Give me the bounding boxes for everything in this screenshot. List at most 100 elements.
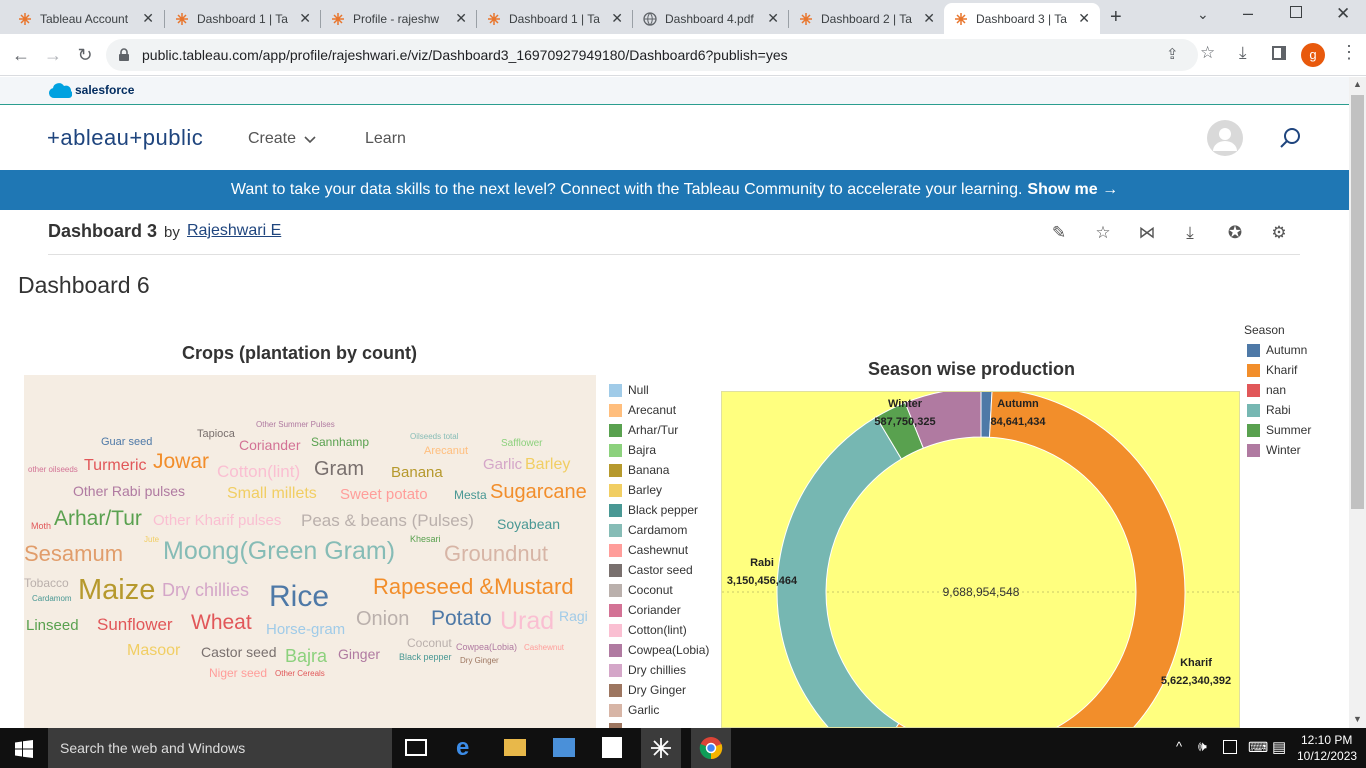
settings-gear-icon[interactable]: ⚙ [1268, 222, 1290, 244]
crop-legend-item[interactable]: Arhar/Tur [609, 423, 678, 437]
edit-viz-icon[interactable]: ✎ [1048, 222, 1070, 244]
crop-legend-item[interactable]: Arecanut [609, 403, 676, 417]
close-tab-icon[interactable]: ✕ [767, 10, 779, 27]
download-icon[interactable]: ⤓ [1239, 43, 1247, 63]
reload-icon[interactable]: ↻ [72, 42, 98, 68]
wordcloud-word[interactable]: Sweet potato [340, 487, 428, 502]
wordcloud-word[interactable]: Ragi [559, 609, 588, 623]
wordcloud-word[interactable]: Turmeric [84, 458, 147, 474]
notifications-icon[interactable]: ▤ [1272, 738, 1286, 756]
wordcloud-word[interactable]: Ginger [338, 647, 380, 661]
scrollbar-thumb[interactable] [1351, 95, 1364, 509]
volume-icon[interactable]: 🕪 [1198, 738, 1207, 755]
clock-date[interactable]: 10/12/2023 [1297, 749, 1357, 763]
wordcloud-word[interactable]: Rapeseed &Mustard [373, 576, 574, 598]
crop-legend-item[interactable]: Dry Ginger [609, 683, 686, 697]
show-hidden-icons[interactable]: ^ [1176, 739, 1182, 754]
wordcloud-word[interactable]: Rice [269, 582, 329, 612]
donut-slice-rabi[interactable] [776, 416, 903, 728]
nav-create[interactable]: Create [248, 130, 296, 148]
crop-legend-item[interactable]: Cashewnut [609, 543, 688, 557]
crop-legend-item[interactable]: Cowpea(Lobia) [609, 643, 709, 657]
crop-wordcloud[interactable]: Other Summer Pulses Tapioca Guar seed Coria… [24, 375, 596, 728]
wordcloud-word[interactable]: Potato [431, 608, 492, 629]
wordcloud-word[interactable]: Jute [144, 536, 159, 544]
task-view-icon[interactable] [405, 739, 427, 756]
tableau-public-logo[interactable]: +ableau+public [47, 125, 203, 151]
show-me-link[interactable]: Show me → [1027, 181, 1118, 199]
forward-icon[interactable]: → [40, 42, 66, 68]
wordcloud-word[interactable]: Urad [500, 609, 554, 634]
crop-legend-item[interactable]: Castor seed [609, 563, 693, 577]
crop-legend-item[interactable]: Garlic [609, 703, 659, 717]
crop-legend-item[interactable]: Coriander [609, 603, 681, 617]
browser-tab-active[interactable]: Dashboard 3 | Ta ✕ [944, 3, 1100, 34]
nav-learn[interactable]: Learn [365, 130, 406, 148]
maximize-icon[interactable] [1290, 6, 1302, 18]
wordcloud-word[interactable]: Moong(Green Gram) [163, 539, 395, 564]
donut-chart-panel[interactable]: 9,688,954,548 Autumn 84,641,434 Kharif 5,622… [721, 391, 1240, 728]
browser-tab[interactable]: Dashboard 1 | Ta ✕ [477, 3, 633, 34]
favorite-star-icon[interactable]: ☆ [1092, 222, 1114, 244]
wordcloud-word[interactable]: Peas & beans (Pulses) [301, 512, 474, 529]
wordcloud-word[interactable]: Oilseeds total [410, 433, 458, 441]
crop-legend-item[interactable]: Banana [609, 463, 669, 477]
keyboard-icon[interactable]: ⌨ [1248, 739, 1268, 756]
season-legend-item[interactable]: Kharif [1247, 363, 1297, 377]
wordcloud-word[interactable]: Sannhamp [311, 436, 369, 448]
wordcloud-word[interactable]: Niger seed [209, 667, 267, 679]
wordcloud-word[interactable]: Barley [525, 457, 570, 473]
wordcloud-word[interactable]: Gram [314, 459, 364, 479]
browser-menu-icon[interactable]: ⋮ [1340, 42, 1358, 63]
wordcloud-word[interactable]: Maize [78, 576, 155, 605]
bookmark-star-icon[interactable]: ☆ [1200, 43, 1215, 63]
side-panel-icon[interactable] [1272, 46, 1286, 60]
download-viz-icon[interactable]: ⤓ [1179, 222, 1201, 244]
wordcloud-word[interactable]: Bajra [285, 647, 327, 665]
season-legend-item[interactable]: Rabi [1247, 403, 1291, 417]
window-close-icon[interactable]: ✕ [1336, 4, 1350, 24]
badge-icon[interactable]: ✪ [1224, 222, 1246, 244]
network-icon[interactable] [1223, 740, 1237, 754]
minimize-icon[interactable]: – [1243, 3, 1253, 24]
wordcloud-word[interactable]: Cardamom [32, 595, 72, 603]
season-donut-chart[interactable]: 9,688,954,548 Autumn 84,641,434 Kharif 5,622… [722, 392, 1240, 728]
wordcloud-word[interactable]: Sesamum [24, 543, 123, 565]
wordcloud-word[interactable]: Banana [391, 465, 443, 480]
tableau-app-icon[interactable] [650, 737, 672, 759]
wordcloud-word[interactable]: Safflower [501, 439, 543, 449]
wordcloud-word[interactable]: Other Summer Pulses [256, 421, 335, 429]
wordcloud-word[interactable]: Horse-gram [266, 622, 345, 637]
wordcloud-word[interactable]: Black pepper [399, 653, 452, 662]
new-tab-icon[interactable]: + [1110, 6, 1122, 29]
browser-tab[interactable]: Dashboard 4.pdf ✕ [633, 3, 789, 34]
browser-tab[interactable]: Dashboard 1 | Ta ✕ [165, 3, 321, 34]
crop-legend-item[interactable]: Bajra [609, 443, 656, 457]
wordcloud-word[interactable]: Soyabean [497, 517, 560, 531]
wordcloud-word[interactable]: Moth [31, 522, 51, 531]
close-tab-icon[interactable]: ✕ [299, 10, 311, 27]
wordcloud-word[interactable]: Castor seed [201, 645, 276, 659]
back-icon[interactable]: ← [8, 42, 34, 68]
windows-start-icon[interactable] [15, 740, 33, 758]
close-tab-icon[interactable]: ✕ [142, 10, 154, 27]
scroll-down-icon[interactable]: ▼ [1353, 714, 1362, 724]
wordcloud-word[interactable]: Khesari [410, 535, 441, 544]
wordcloud-word[interactable]: Arecanut [424, 446, 468, 457]
windows-store-icon[interactable] [602, 737, 622, 758]
wordcloud-word[interactable]: Sunflower [97, 616, 173, 633]
wordcloud-word[interactable]: Onion [356, 609, 409, 629]
file-explorer-icon[interactable] [504, 739, 526, 756]
search-icon[interactable] [1278, 126, 1302, 150]
crop-legend-item[interactable]: Dry chillies [609, 663, 686, 677]
wordcloud-word[interactable]: Coconut [407, 637, 452, 649]
wordcloud-word[interactable]: Linseed [26, 618, 79, 633]
edge-browser-icon[interactable]: e [456, 734, 469, 762]
browser-tab[interactable]: Profile - rajeshw ✕ [321, 3, 477, 34]
season-legend-item[interactable]: Summer [1247, 423, 1311, 437]
tab-search-icon[interactable]: ⌄ [1197, 6, 1209, 23]
chevron-down-icon[interactable] [304, 136, 316, 144]
clock-time[interactable]: 12:10 PM [1301, 733, 1352, 747]
wordcloud-word[interactable]: Masoor [127, 643, 180, 659]
wordcloud-word[interactable]: Coriander [239, 438, 300, 452]
